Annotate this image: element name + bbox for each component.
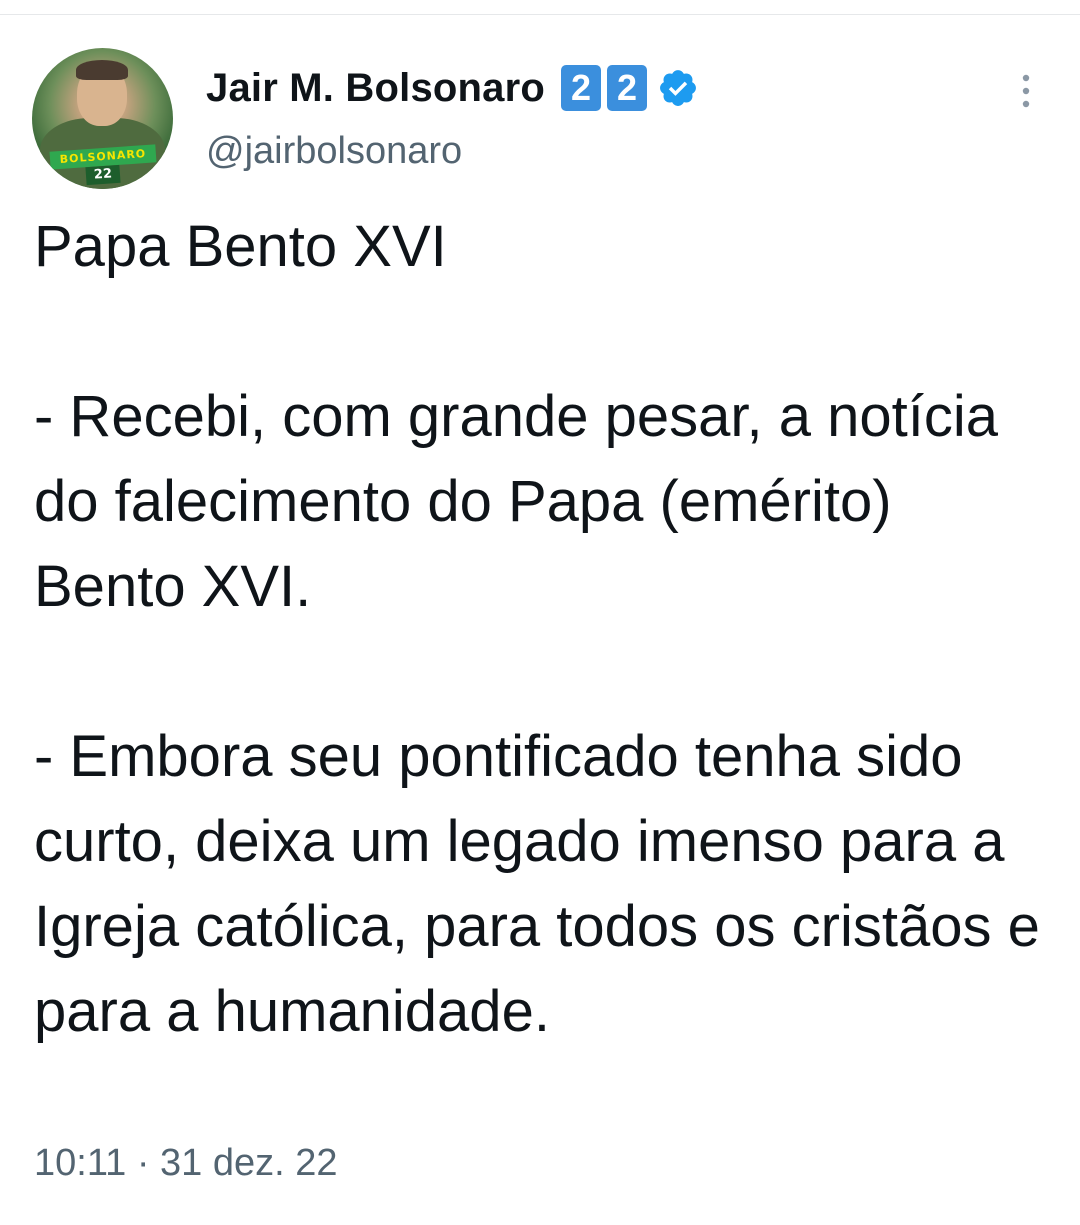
- avatar-hair: [76, 60, 128, 80]
- top-divider: [0, 14, 1080, 15]
- name-number-badge: 2: [607, 65, 648, 111]
- tweet-timestamp[interactable]: 10:11 · 31 dez. 22: [34, 1142, 338, 1185]
- name-number-badge: 2: [561, 65, 602, 111]
- verified-badge-icon: [657, 67, 699, 109]
- avatar[interactable]: BOLSONARO 22: [32, 48, 173, 189]
- tweet-text: Papa Bento XVI - Recebi, com grande pesa…: [34, 214, 1040, 1044]
- avatar-banner-number: 22: [85, 164, 121, 186]
- more-options-icon[interactable]: [1012, 72, 1040, 110]
- author-display-name[interactable]: Jair M. Bolsonaro: [206, 66, 545, 111]
- author-handle[interactable]: @jairbolsonaro: [206, 130, 462, 173]
- author-name-row: Jair M. Bolsonaro 2 2: [206, 62, 699, 114]
